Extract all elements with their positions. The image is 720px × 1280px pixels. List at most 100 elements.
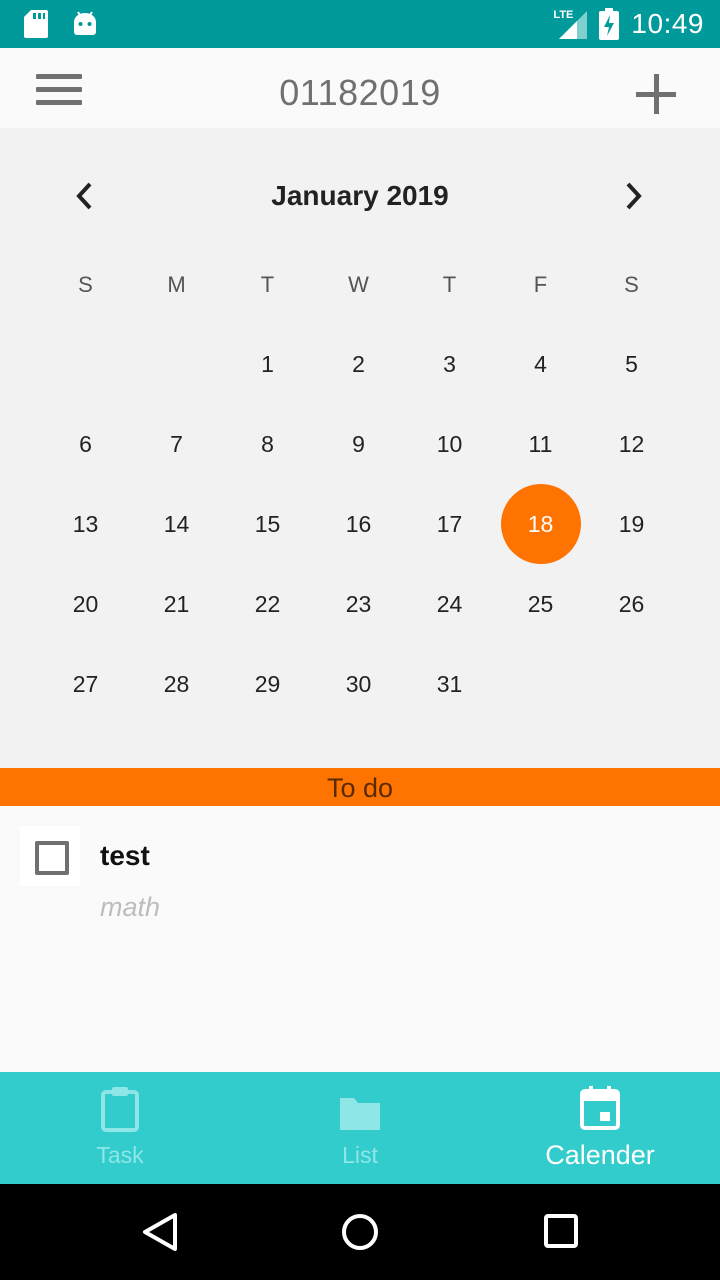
- day-cell[interactable]: 19: [586, 484, 677, 564]
- day-number: 1: [261, 350, 274, 377]
- day-number: 22: [254, 590, 281, 617]
- day-cell[interactable]: 25: [495, 564, 586, 644]
- day-number: 18: [527, 510, 554, 537]
- weekday-label: S: [624, 272, 639, 297]
- task-item[interactable]: test math: [0, 806, 720, 946]
- day-cell-selected[interactable]: 18: [495, 484, 586, 564]
- calendar: January 2019 S M T W T F S 1 2 3 4 5 6 7 8 9 10 11…: [0, 128, 720, 768]
- bottom-navigation: Task List Calender: [0, 1072, 720, 1184]
- day-number: 23: [345, 590, 372, 617]
- weekday-label: T: [260, 272, 275, 297]
- day-cell[interactable]: 20: [40, 564, 131, 644]
- day-cell[interactable]: 12: [586, 404, 677, 484]
- day-cell[interactable]: 22: [222, 564, 313, 644]
- day-cell[interactable]: 31: [404, 644, 495, 724]
- home-icon[interactable]: [340, 1212, 380, 1252]
- day-number: 28: [163, 670, 190, 697]
- day-number: 11: [528, 430, 553, 457]
- day-cell[interactable]: 23: [313, 564, 404, 644]
- nav-item-calender[interactable]: Calender: [480, 1072, 720, 1184]
- recents-icon[interactable]: [542, 1212, 582, 1252]
- battery-charging-icon: [599, 8, 620, 40]
- day-number: 15: [254, 510, 281, 537]
- day-number: 26: [618, 590, 645, 617]
- day-cell-empty: [495, 644, 586, 724]
- day-cell[interactable]: 17: [404, 484, 495, 564]
- day-cell[interactable]: 10: [404, 404, 495, 484]
- day-number: 13: [72, 510, 99, 537]
- nav-item-list[interactable]: List: [240, 1072, 480, 1184]
- day-number: 7: [170, 430, 183, 457]
- chevron-right-icon[interactable]: [616, 178, 652, 214]
- day-cell[interactable]: 27: [40, 644, 131, 724]
- day-number: 4: [534, 350, 547, 377]
- status-bar: LTE 10:49: [0, 0, 720, 48]
- day-cell[interactable]: 1: [222, 324, 313, 404]
- day-cell[interactable]: 4: [495, 324, 586, 404]
- day-number: 9: [352, 430, 365, 457]
- day-cell[interactable]: 28: [131, 644, 222, 724]
- checkbox-icon: [35, 841, 69, 875]
- day-cell[interactable]: 5: [586, 324, 677, 404]
- clipboard-icon: [101, 1087, 139, 1132]
- day-number: 20: [72, 590, 99, 617]
- day-number: 30: [345, 670, 372, 697]
- todo-header: To do: [0, 768, 720, 806]
- day-cell[interactable]: 9: [313, 404, 404, 484]
- app-toolbar: 01182019: [0, 48, 720, 128]
- day-number: 3: [443, 350, 456, 377]
- day-cell[interactable]: 14: [131, 484, 222, 564]
- nav-label-calender: Calender: [545, 1140, 655, 1170]
- day-cell[interactable]: 8: [222, 404, 313, 484]
- day-number: 12: [618, 430, 645, 457]
- day-cell[interactable]: 16: [313, 484, 404, 564]
- task-subtitle: math: [100, 892, 161, 922]
- day-number: 31: [436, 670, 463, 697]
- day-number: 14: [163, 510, 190, 537]
- day-number: 2: [352, 350, 365, 377]
- day-cell[interactable]: 2: [313, 324, 404, 404]
- day-number: 24: [436, 590, 463, 617]
- day-cell[interactable]: 21: [131, 564, 222, 644]
- day-cell[interactable]: 24: [404, 564, 495, 644]
- day-grid: 1 2 3 4 5 6 7 8 9 10 11 12 13 14 15 16 17 18 19 20 21 22 23 24 2…: [40, 324, 677, 724]
- day-cell[interactable]: 26: [586, 564, 677, 644]
- folder-icon: [340, 1098, 380, 1130]
- day-number: 29: [254, 670, 281, 697]
- task-title: test: [100, 840, 150, 871]
- day-cell[interactable]: 7: [131, 404, 222, 484]
- day-number: 8: [261, 430, 274, 457]
- nav-item-task[interactable]: Task: [0, 1072, 240, 1184]
- day-cell[interactable]: 29: [222, 644, 313, 724]
- weekday-label: S: [78, 272, 93, 297]
- calendar-icon: [580, 1086, 620, 1130]
- nav-label-list: List: [342, 1142, 378, 1168]
- page-title: 01182019: [279, 72, 441, 113]
- day-cell-empty: [131, 324, 222, 404]
- signal-icon: LTE: [553, 9, 588, 39]
- plus-icon[interactable]: [634, 72, 680, 118]
- day-cell[interactable]: 6: [40, 404, 131, 484]
- day-number: 5: [625, 350, 638, 377]
- day-cell-empty: [586, 644, 677, 724]
- day-cell[interactable]: 3: [404, 324, 495, 404]
- day-cell[interactable]: 15: [222, 484, 313, 564]
- day-cell[interactable]: 13: [40, 484, 131, 564]
- day-cell[interactable]: 11: [495, 404, 586, 484]
- month-title: January 2019: [271, 180, 449, 211]
- weekday-row: S M T W T F S: [40, 272, 677, 298]
- weekday-label: M: [167, 272, 186, 297]
- calendar-header: January 2019: [0, 168, 720, 224]
- back-icon[interactable]: [140, 1212, 180, 1252]
- day-number: 25: [527, 590, 554, 617]
- day-cell[interactable]: 30: [313, 644, 404, 724]
- day-number: 21: [163, 590, 190, 617]
- nav-label-task: Task: [96, 1142, 144, 1168]
- day-number: 27: [72, 670, 99, 697]
- task-checkbox[interactable]: [20, 826, 80, 886]
- weekday-label: W: [348, 272, 369, 297]
- day-number: 19: [618, 510, 645, 537]
- system-navigation-bar: [0, 1184, 720, 1280]
- status-time: 10:49: [631, 8, 704, 39]
- day-number: 16: [345, 510, 372, 537]
